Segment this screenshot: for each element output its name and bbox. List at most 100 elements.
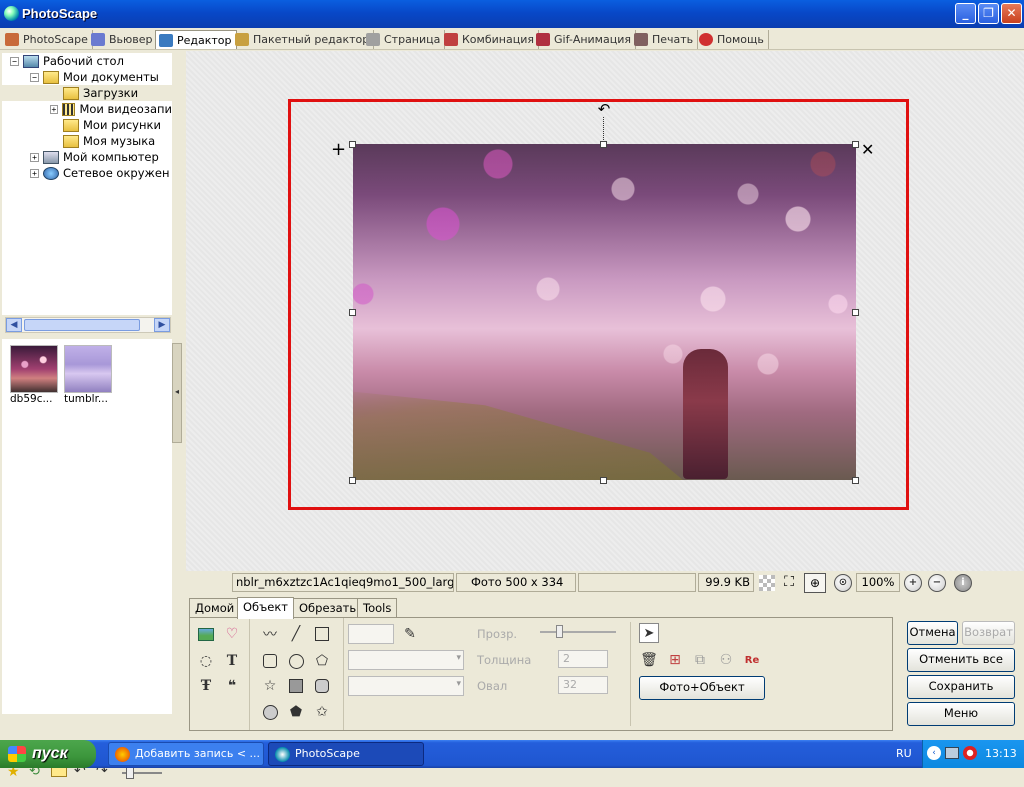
scroll-thumb[interactable] [24, 319, 140, 331]
filled-pentagon-icon[interactable]: ⬟ [286, 702, 306, 722]
reset-object-icon[interactable]: Re [742, 650, 762, 670]
expand-icon[interactable]: + [30, 168, 39, 178]
thumbnail-item[interactable]: db59c... [10, 345, 58, 405]
actual-size-icon[interactable]: ⊕ [804, 573, 826, 593]
thumbnail-image[interactable] [64, 345, 112, 393]
opera-tray-icon[interactable] [963, 746, 977, 760]
tab-print[interactable]: Печать [631, 30, 699, 49]
clock[interactable]: 13:13 [985, 747, 1017, 760]
undo-button[interactable]: Отмена [907, 621, 958, 645]
expand-icon[interactable]: + [30, 152, 39, 162]
text-box-icon[interactable]: Ŧ [196, 676, 216, 696]
insert-photo-icon[interactable] [196, 624, 216, 644]
fill-style-dropdown[interactable]: ▾ [348, 676, 464, 696]
tree-item-music[interactable]: Моя музыка [2, 133, 172, 149]
move-plus-icon[interactable]: + [331, 141, 346, 159]
scroll-right-icon[interactable]: ▶ [154, 318, 170, 332]
filled-star-icon[interactable]: ✩ [312, 702, 332, 722]
transparency-grid-icon[interactable] [759, 575, 775, 591]
tray-expand-icon[interactable]: ‹ [927, 746, 941, 760]
panel-collapse-handle[interactable]: ◂ [172, 343, 182, 443]
tree-horizontal-scrollbar[interactable]: ◀ ▶ [5, 317, 171, 333]
network-tray-icon[interactable] [945, 747, 959, 759]
undo-all-button[interactable]: Отменить все [907, 648, 1015, 672]
opacity-slider[interactable] [540, 631, 616, 633]
expand-icon[interactable]: + [50, 104, 58, 114]
send-back-icon[interactable]: ⧉ [690, 650, 710, 670]
tab-combine[interactable]: Комбинация [441, 30, 539, 49]
filled-circle-icon[interactable] [260, 702, 280, 722]
tab-tools[interactable]: Tools [357, 598, 398, 618]
start-button[interactable]: пуск [0, 740, 96, 768]
select-arrow-icon[interactable]: ➤ [639, 623, 659, 643]
resize-handle[interactable] [349, 141, 356, 148]
resize-handle[interactable] [852, 141, 859, 148]
collapse-icon[interactable]: − [10, 56, 19, 66]
oval-spinner[interactable]: 32 [558, 676, 608, 694]
tree-item-pictures[interactable]: Мои рисунки [2, 117, 172, 133]
star-shape-icon[interactable]: ☆ [260, 676, 280, 696]
pentagon-icon[interactable]: ⬠ [312, 651, 332, 671]
line-style-dropdown[interactable]: ▾ [348, 650, 464, 670]
info-icon[interactable]: i [954, 574, 972, 592]
tree-item-my-computer[interactable]: + Мой компьютер [2, 149, 172, 165]
photo-object[interactable] [353, 144, 856, 480]
resize-handle[interactable] [852, 477, 859, 484]
redo-button[interactable]: Возврат [962, 621, 1015, 645]
scroll-left-icon[interactable]: ◀ [6, 318, 22, 332]
rectangle-icon[interactable] [312, 624, 332, 644]
filled-rect-icon[interactable] [286, 676, 306, 696]
insert-icon-heart-icon[interactable]: ♡ [222, 624, 242, 644]
maximize-button[interactable]: ❐ [978, 3, 999, 24]
quote-icon[interactable]: ❝ [222, 676, 242, 696]
delete-object-icon[interactable]: ✕ [861, 142, 874, 158]
minimize-button[interactable]: _ [955, 3, 976, 24]
bring-front-icon[interactable]: ⊞ [665, 650, 685, 670]
menu-button[interactable]: Меню [907, 702, 1015, 726]
fit-screen-icon[interactable]: ⛶ [780, 574, 798, 592]
zoom-fit-icon[interactable]: ⊙ [834, 574, 852, 592]
rotate-handle-icon[interactable]: ↶ [595, 101, 613, 117]
resize-handle[interactable] [600, 477, 607, 484]
zoom-level[interactable]: 100% [856, 573, 900, 592]
save-button[interactable]: Сохранить [907, 675, 1015, 699]
taskbar-item-photoscape[interactable]: PhotoScape [268, 742, 424, 766]
line-icon[interactable]: ╱ [286, 624, 306, 644]
group-objects-icon[interactable]: ⚇ [716, 650, 736, 670]
tab-crop[interactable]: Обрезать [293, 598, 363, 618]
filled-rounded-rect-icon[interactable] [312, 676, 332, 696]
close-button[interactable]: ✕ [1001, 3, 1022, 24]
thumbnail-item[interactable]: tumblr... [64, 345, 112, 405]
resize-handle[interactable] [349, 309, 356, 316]
tab-page[interactable]: Страница [363, 30, 446, 49]
tree-item-videos[interactable]: + Мои видеозапи [2, 101, 172, 117]
thickness-spinner[interactable]: 2 [558, 650, 608, 668]
freehand-icon[interactable]: 〰 [260, 624, 280, 644]
tree-item-downloads[interactable]: Загрузки [2, 85, 172, 101]
speech-balloon-icon[interactable]: ◌ [196, 651, 216, 671]
language-indicator[interactable]: RU [896, 747, 912, 760]
thumbnail-image[interactable] [10, 345, 58, 393]
tab-photoscape[interactable]: PhotoScape [2, 30, 93, 49]
resize-handle[interactable] [600, 141, 607, 148]
taskbar-item-browser[interactable]: Добавить запись < ... [108, 742, 264, 766]
tab-home[interactable]: Домой [189, 598, 241, 618]
tab-object[interactable]: Объект [237, 597, 294, 619]
opacity-slider-thumb[interactable] [556, 625, 563, 638]
zoom-in-icon[interactable]: + [904, 574, 922, 592]
resize-handle[interactable] [852, 309, 859, 316]
tab-batch-editor[interactable]: Пакетный редактор [232, 30, 375, 49]
tab-editor[interactable]: Редактор [155, 30, 237, 49]
tab-gif-animation[interactable]: Gif-Анимация [533, 30, 636, 49]
eyedropper-icon[interactable]: ✎ [400, 624, 420, 644]
rounded-rect-icon[interactable] [260, 651, 280, 671]
collapse-icon[interactable]: − [30, 72, 39, 82]
circle-icon[interactable] [286, 651, 306, 671]
tree-item-network[interactable]: + Сетевое окружен [2, 165, 172, 181]
tab-help[interactable]: Помощь [696, 30, 769, 49]
tree-item-desktop[interactable]: − Рабочий стол [2, 53, 172, 69]
color-picker-dropdown[interactable] [348, 624, 394, 644]
zoom-out-icon[interactable]: − [928, 574, 946, 592]
delete-object-tool-icon[interactable]: 🗑 [639, 650, 659, 670]
resize-handle[interactable] [349, 477, 356, 484]
